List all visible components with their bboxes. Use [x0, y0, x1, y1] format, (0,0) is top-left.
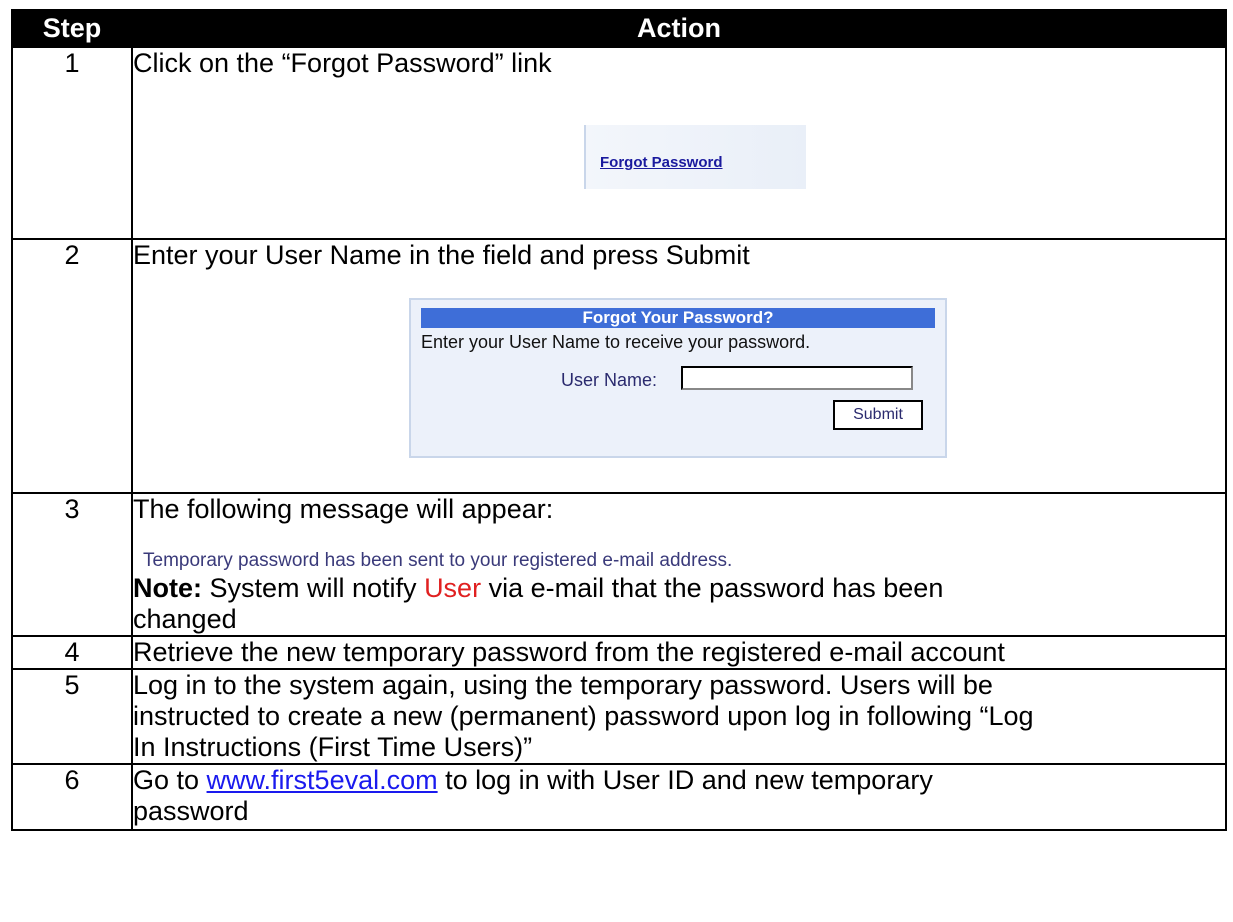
step-text-rest: to log in with User ID and new temporary — [437, 765, 933, 795]
panel-title: Forgot Your Password? — [421, 308, 935, 328]
step-text: The following message will appear: — [133, 494, 554, 524]
forgot-password-screenshot: Forgot Password — [584, 125, 806, 189]
step-action: The following message will appear: Tempo… — [131, 492, 1227, 637]
step-text-prefix: Go to — [133, 765, 207, 795]
step-text: Click on the “Forgot Password” link — [133, 48, 552, 78]
user-name-input[interactable] — [681, 366, 913, 390]
forgot-password-link[interactable]: Forgot Password — [600, 147, 723, 178]
table-row: 2 Enter your User Name in the field and … — [11, 238, 1227, 494]
site-link[interactable]: www.first5eval.com — [207, 765, 438, 795]
step-number: 1 — [11, 46, 133, 240]
note-text-pre: System will notify — [202, 573, 425, 603]
step-action: Go to www.first5eval.com to log in with … — [131, 763, 1227, 831]
table-row: 5 Log in to the system again, using the … — [11, 668, 1227, 765]
table-row: 6 Go to www.first5eval.com to log in wit… — [11, 763, 1227, 831]
step-action: Log in to the system again, using the te… — [131, 668, 1227, 765]
table-row: 3 The following message will appear: Tem… — [11, 492, 1227, 637]
table-row: 1 Click on the “Forgot Password” link Fo… — [11, 46, 1227, 240]
step-text: Enter your User Name in the field and pr… — [133, 240, 750, 270]
step-action: Click on the “Forgot Password” link Forg… — [131, 46, 1227, 240]
panel-instruction: Enter your User Name to receive your pas… — [421, 332, 811, 352]
document-page: Step Action 1 Click on the “Forgot Passw… — [0, 0, 1233, 922]
header-step: Step — [11, 9, 133, 48]
confirmation-message: Temporary password has been sent to your… — [143, 550, 733, 571]
step-text-line-2: password — [133, 796, 249, 826]
note-label: Note: — [133, 573, 202, 603]
table-row: 4 Retrieve the new temporary password fr… — [11, 635, 1227, 670]
steps-table: Step Action 1 Click on the “Forgot Passw… — [11, 9, 1227, 831]
note-text-post: via e-mail that the password has been — [481, 573, 944, 603]
user-name-label: User Name: — [561, 370, 658, 390]
step-number: 2 — [11, 238, 133, 494]
step-text-line-3: In Instructions (First Time Users)” — [133, 732, 533, 762]
step-text-line-1: Log in to the system again, using the te… — [133, 670, 993, 700]
step-action: Retrieve the new temporary password from… — [131, 635, 1227, 670]
note-line: Note: System will notify User via e-mail… — [133, 573, 1225, 604]
submit-button[interactable]: Submit — [833, 400, 923, 430]
step-text-line-2: instructed to create a new (permanent) p… — [133, 701, 1034, 731]
step-number: 6 — [11, 763, 133, 831]
step-number: 4 — [11, 635, 133, 670]
step-text-line-1: Go to www.first5eval.com to log in with … — [133, 765, 1225, 796]
note-user: User — [424, 573, 482, 603]
header-action: Action — [131, 9, 1227, 48]
table-header-row: Step Action — [11, 9, 1227, 48]
forgot-password-panel: Forgot Your Password? Enter your User Na… — [409, 298, 947, 458]
step-text: Retrieve the new temporary password from… — [133, 637, 1005, 667]
step-action: Enter your User Name in the field and pr… — [131, 238, 1227, 494]
step-number: 3 — [11, 492, 133, 637]
note-line-2: changed — [133, 604, 237, 634]
step-number: 5 — [11, 668, 133, 765]
